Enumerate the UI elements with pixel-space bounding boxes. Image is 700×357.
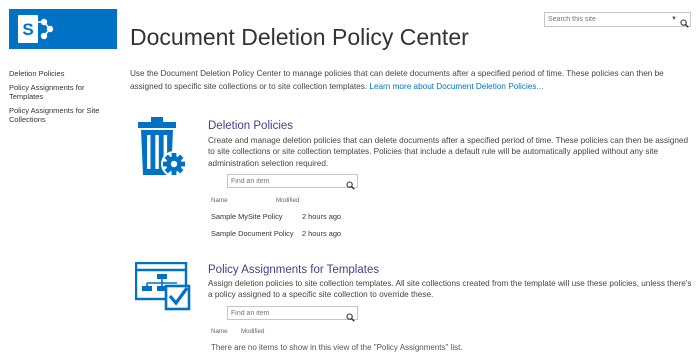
deletion-policies-find-box[interactable] <box>227 174 358 190</box>
sharepoint-logo-icon[interactable]: S <box>9 9 117 49</box>
column-header-name[interactable]: Name <box>211 328 228 335</box>
policy-row-modified: 2 hours ago <box>302 212 342 221</box>
template-assignments-title[interactable]: Policy Assignments for Templates <box>208 264 379 276</box>
chevron-down-icon[interactable]: ▼ <box>671 16 677 23</box>
site-search-input[interactable] <box>548 13 660 26</box>
intro-paragraph: Use the Document Deletion Policy Center … <box>130 67 698 93</box>
search-icon[interactable] <box>346 309 355 327</box>
deletion-policies-find-input[interactable] <box>231 175 341 187</box>
column-header-modified[interactable]: Modified <box>241 328 264 335</box>
nav-policy-assignments-templates[interactable]: Policy Assignments for Templates <box>9 83 119 102</box>
nav-deletion-policies[interactable]: Deletion Policies <box>9 69 119 79</box>
deletion-policies-title[interactable]: Deletion Policies <box>208 120 293 132</box>
page-title: Document Deletion Policy Center <box>130 24 469 50</box>
trash-gear-icon <box>136 116 188 183</box>
template-assignments-description: Assign deletion policies to site collect… <box>208 279 692 300</box>
template-assignment-icon <box>134 261 193 319</box>
search-icon[interactable] <box>346 177 355 195</box>
column-header-name[interactable]: Name <box>211 197 228 204</box>
policy-row-name[interactable]: Sample MySite Policy <box>211 212 282 221</box>
empty-list-message: There are no items to show in this view … <box>211 343 463 352</box>
site-search-box[interactable]: ▼ <box>544 12 691 28</box>
learn-more-link[interactable]: Learn more about Document Deletion Polic… <box>369 82 543 91</box>
deletion-policies-description: Create and manage deletion policies that… <box>208 136 689 168</box>
search-icon[interactable] <box>680 15 689 33</box>
template-assignments-find-box[interactable] <box>227 306 358 322</box>
column-header-modified[interactable]: Modified <box>276 197 299 204</box>
template-assignments-find-input[interactable] <box>231 307 341 319</box>
policy-row-name[interactable]: Sample Document Policy <box>211 229 294 238</box>
policy-row-modified: 2 hours ago <box>302 229 342 238</box>
nav-policy-assignments-site-collections[interactable]: Policy Assignments for Site Collections <box>9 106 119 125</box>
left-navigation: Deletion Policies Policy Assignments for… <box>9 69 119 129</box>
svg-text:S: S <box>22 20 33 39</box>
